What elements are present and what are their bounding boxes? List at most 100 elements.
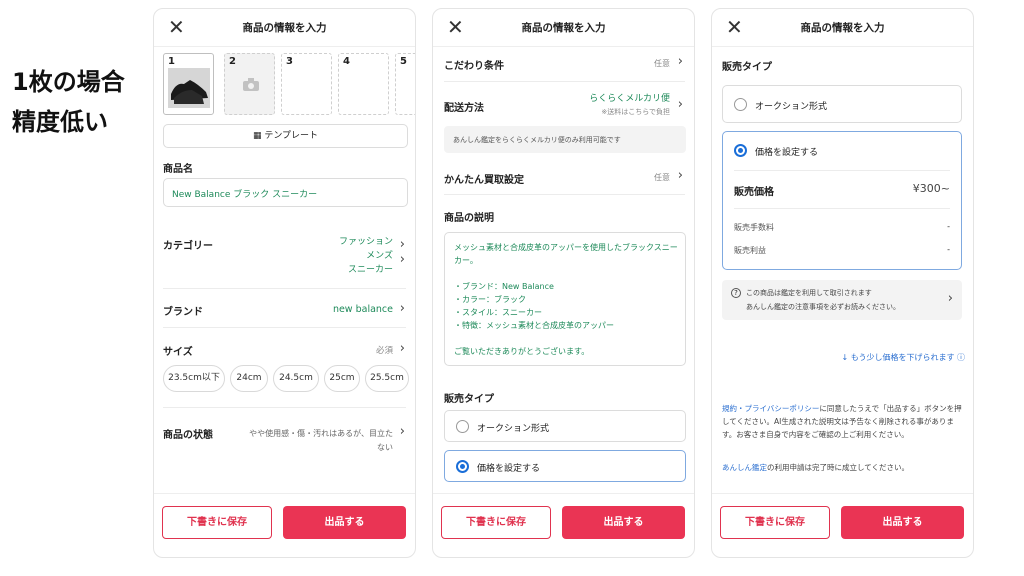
- chevron-right-icon: ›: [677, 54, 683, 69]
- camera-icon: [243, 78, 259, 91]
- kodawari-label[interactable]: こだわり条件: [444, 57, 504, 72]
- radio-unselected: [456, 420, 469, 433]
- condition-line-2: ない: [377, 443, 393, 452]
- photo-slot-5[interactable]: 5: [395, 53, 415, 115]
- list-item-button[interactable]: 出品する: [283, 506, 406, 539]
- list-item-button[interactable]: 出品する: [841, 506, 964, 539]
- page-root: 1枚の場合 精度低い ✕ 商品の情報を入力 1 2 3 4 5 ▦ テンプレート…: [0, 0, 1024, 576]
- fixed-price-option[interactable]: 価格を設定する: [444, 450, 686, 482]
- appraisal-notice-line1: この商品は鑑定を利用して取引されます: [746, 289, 872, 297]
- appraisal-notice[interactable]: ? この商品は鑑定を利用して取引されます あんしん鑑定の注意事項を必ずお読みくだ…: [722, 280, 962, 320]
- header-title: 商品の情報を入力: [800, 22, 885, 34]
- template-label: テンプレート: [264, 131, 319, 141]
- optional-badge: 任意: [654, 59, 670, 68]
- save-draft-button[interactable]: 下書きに保存: [441, 506, 551, 539]
- size-chip[interactable]: 24.5cm: [273, 365, 319, 392]
- policy-link[interactable]: 規約・プライバシーポリシー: [722, 404, 819, 413]
- photo-slot-number: 4: [343, 56, 350, 67]
- size-chip[interactable]: 24cm: [230, 365, 268, 392]
- chevron-right-icon: ›: [399, 424, 405, 439]
- kantan-label[interactable]: かんたん買取設定: [444, 171, 524, 186]
- description-text: メッシュ素材と合成皮革のアッパーを使用したブラックスニーカー。 ・ブランド：Ne…: [454, 243, 678, 356]
- category-label: カテゴリー: [163, 241, 213, 252]
- side-caption-line2: 精度低い: [12, 108, 108, 136]
- auction-label: オークション形式: [477, 424, 550, 434]
- photo-slot-number: 1: [168, 56, 175, 67]
- profit-value: -: [947, 245, 950, 254]
- shipping-value[interactable]: らくらくメルカリ便: [589, 91, 670, 104]
- size-label: サイズ: [163, 347, 193, 358]
- save-draft-button[interactable]: 下書きに保存: [162, 506, 272, 539]
- condition-label: 商品の状態: [163, 430, 213, 441]
- lower-price-link[interactable]: ↓ もう少し価格を下げられます ⓘ: [841, 352, 965, 363]
- template-button[interactable]: ▦ テンプレート: [163, 124, 408, 148]
- auction-option[interactable]: オークション形式: [722, 85, 962, 123]
- arrow-down-icon: ↓: [841, 353, 849, 362]
- item-name-label: 商品名: [163, 164, 193, 175]
- fee-label: 販売手数料: [734, 223, 774, 232]
- lower-price-text: もう少し価格を下げられます: [850, 353, 955, 362]
- photo-slot-2[interactable]: 2: [224, 53, 275, 115]
- optional-badge: 任意: [654, 173, 670, 182]
- size-required-badge: 必須: [375, 346, 393, 356]
- divider: [163, 288, 406, 289]
- divider: [444, 81, 685, 82]
- footer-bar: 下書きに保存 出品する: [433, 493, 694, 557]
- size-chip[interactable]: 25cm: [324, 365, 360, 392]
- anshin-text: の利用申請は完了時に成立してください。: [767, 463, 910, 472]
- divider: [444, 194, 685, 195]
- description-textarea[interactable]: メッシュ素材と合成皮革のアッパーを使用したブラックスニーカー。 ・ブランド：Ne…: [444, 232, 686, 366]
- category-level-1: ファッション: [338, 237, 393, 247]
- photo-slot-1[interactable]: 1: [163, 53, 214, 115]
- chevron-right-icon: ›: [399, 301, 405, 316]
- photo-slot-3[interactable]: 3: [281, 53, 332, 115]
- save-draft-button[interactable]: 下書きに保存: [720, 506, 830, 539]
- anshin-notice: あんしん鑑定をらくらくメルカリ便のみ利用可能です: [444, 126, 686, 153]
- footer-bar: 下書きに保存 出品する: [154, 493, 415, 557]
- divider: [163, 327, 406, 328]
- phone-screen-3: ✕ 商品の情報を入力 販売タイプ オークション形式 価格を設定する 販売価格 ¥…: [711, 8, 974, 558]
- question-icon: ?: [731, 288, 741, 298]
- fixed-price-panel[interactable]: 価格を設定する 販売価格 ¥300~ 販売手数料 - 販売利益 -: [722, 131, 962, 270]
- condition-line-1: やや使用感・傷・汚れはあるが、目立た: [249, 429, 393, 438]
- size-chip[interactable]: 25.5cm: [365, 365, 409, 392]
- photo-slot-number: 5: [400, 56, 407, 67]
- policy-text-block: 規約・プライバシーポリシーに同意したうえで「出品する」ボタンを押してください。A…: [722, 402, 962, 441]
- shipping-label: 配送方法: [444, 103, 484, 114]
- anshin-notice-text: あんしん鑑定をらくらくメルカリ便のみ利用可能です: [453, 136, 621, 144]
- sale-type-label: 販売タイプ: [722, 62, 772, 73]
- fixed-price-label: 価格を設定する: [477, 464, 541, 474]
- phone-screen-2: ✕ 商品の情報を入力 こだわり条件 任意 › 配送方法 らくらくメルカリ便 ※送…: [432, 8, 695, 558]
- chevron-right-icon: ›: [677, 168, 683, 183]
- anshin-link[interactable]: あんしん鑑定: [722, 463, 767, 472]
- divider: [163, 407, 406, 408]
- photo-slot-4[interactable]: 4: [338, 53, 389, 115]
- shoe-photo: [168, 68, 210, 108]
- photo-slot-number: 3: [286, 56, 293, 67]
- price-label: 販売価格: [734, 187, 774, 198]
- side-caption-line1: 1枚の場合: [12, 68, 125, 96]
- template-icon: ▦: [252, 131, 262, 141]
- auction-option[interactable]: オークション形式: [444, 410, 686, 442]
- radio-unselected: [734, 98, 747, 111]
- shipping-note: ※送料はこちらで負担: [601, 108, 670, 116]
- brand-label: ブランド: [163, 307, 203, 318]
- auction-label: オークション形式: [755, 102, 828, 112]
- fixed-price-label: 価格を設定する: [755, 148, 819, 158]
- condition-value[interactable]: やや使用感・傷・汚れはあるが、目立た ない: [233, 427, 393, 455]
- header: ✕ 商品の情報を入力: [712, 9, 973, 47]
- sale-type-label: 販売タイプ: [444, 394, 494, 405]
- brand-value[interactable]: new balance: [333, 304, 393, 315]
- price-input[interactable]: ¥300~: [913, 182, 950, 195]
- phone-screen-1: ✕ 商品の情報を入力 1 2 3 4 5 ▦ テンプレート 商品名 New Ba…: [153, 8, 416, 558]
- item-name-input[interactable]: New Balance ブラック スニーカー: [163, 178, 408, 207]
- header-title: 商品の情報を入力: [242, 22, 327, 34]
- description-label: 商品の説明: [444, 213, 494, 224]
- divider: [734, 208, 950, 209]
- list-item-button[interactable]: 出品する: [562, 506, 685, 539]
- profit-label: 販売利益: [734, 246, 766, 255]
- category-level-2: メンズ: [366, 251, 393, 261]
- photo-slot-number: 2: [229, 56, 236, 67]
- size-chip[interactable]: 23.5cm以下: [163, 365, 225, 392]
- category-value[interactable]: ファッション メンズ スニーカー: [339, 235, 393, 277]
